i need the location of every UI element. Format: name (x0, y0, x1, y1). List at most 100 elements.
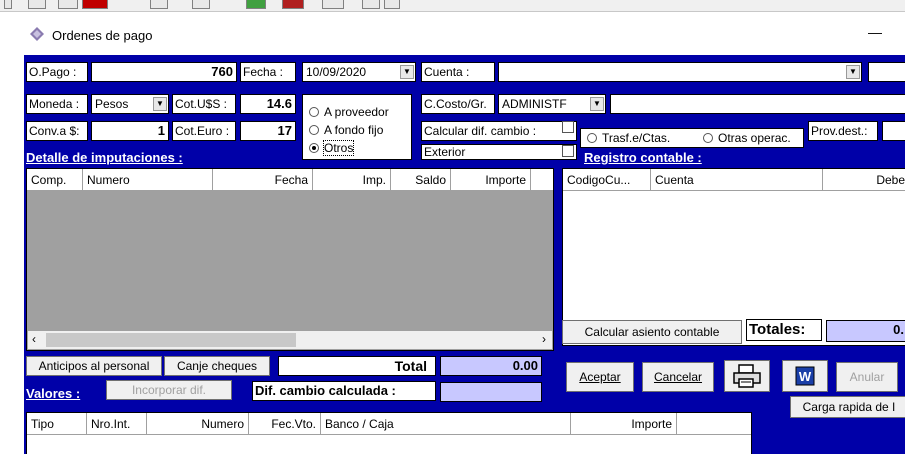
column-header[interactable]: Numero (147, 413, 249, 435)
moneda-label: Moneda : (26, 94, 88, 114)
radio-label: A proveedor (324, 105, 389, 119)
chevron-down-icon[interactable]: ▼ (846, 65, 860, 79)
toolbar-icon[interactable] (246, 0, 266, 9)
scroll-left-icon[interactable]: ‹ (32, 332, 36, 346)
exterior-label: Exterior (421, 144, 577, 160)
chevron-down-icon[interactable]: ▼ (590, 97, 604, 111)
chevron-down-icon[interactable]: ▼ (400, 65, 414, 79)
opago-input[interactable]: 760 (91, 62, 237, 82)
diamond-app-icon (30, 27, 44, 41)
anular-button[interactable]: Anular (836, 362, 898, 392)
fecha-label: Fecha : (240, 62, 296, 82)
calcular-dif-label: Calcular dif. cambio : (421, 121, 577, 141)
radio-selected-icon (309, 143, 319, 153)
calcular-dif-checkbox[interactable] (562, 121, 574, 133)
print-button[interactable] (724, 360, 770, 392)
svg-text:W: W (799, 369, 812, 384)
column-header[interactable]: Saldo (391, 169, 451, 191)
radio-trasf[interactable]: Trasf.e/Ctas. (587, 129, 670, 147)
tipo-pago-radio-group: A proveedor A fondo fijo Otros (302, 94, 412, 160)
cotus-label: Cot.U$S : (172, 94, 236, 114)
radio-circle-icon (587, 133, 597, 143)
column-header[interactable]: Banco / Caja (321, 413, 571, 435)
column-header[interactable]: CodigoCu... (563, 169, 651, 191)
printer-icon (733, 364, 761, 388)
radio-label: A fondo fijo (324, 123, 384, 137)
coteuro-input[interactable]: 17 (240, 121, 296, 141)
imputaciones-grid-header: Comp. Numero Fecha Imp. Saldo Importe (27, 169, 553, 191)
column-header[interactable]: Numero (83, 169, 213, 191)
horizontal-scrollbar[interactable]: ‹ › (28, 331, 552, 349)
ccosto-description-input[interactable] (610, 94, 905, 114)
toolbar-icon[interactable] (322, 0, 344, 9)
toolbar-icon[interactable] (4, 0, 12, 9)
column-header[interactable]: Tipo (27, 413, 87, 435)
moneda-dropdown[interactable]: Pesos ▼ (91, 94, 169, 114)
moneda-value: Pesos (95, 97, 129, 111)
column-header[interactable]: Imp. (313, 169, 391, 191)
column-header[interactable]: Comp. (27, 169, 83, 191)
window-title: Ordenes de pago (52, 28, 153, 43)
aceptar-button[interactable]: Aceptar (566, 362, 634, 392)
radio-circle-icon (309, 107, 319, 117)
registro-grid-header: CodigoCu... Cuenta Debe (563, 169, 905, 191)
cuenta-dropdown[interactable]: ▼ (498, 62, 862, 82)
total-value: 0.00 (440, 356, 542, 376)
cuenta-label: Cuenta : (421, 62, 495, 82)
column-header[interactable]: Debe (823, 169, 905, 191)
chevron-down-icon[interactable]: ▼ (153, 97, 167, 111)
anticipos-button[interactable]: Anticipos al personal (26, 356, 162, 376)
toolbar-icon[interactable] (58, 0, 78, 9)
imputaciones-grid[interactable]: Comp. Numero Fecha Imp. Saldo Importe ‹ … (26, 168, 554, 351)
toolbar-icon[interactable] (384, 0, 400, 9)
column-header[interactable]: Fecha (213, 169, 313, 191)
radio-a-proveedor[interactable]: A proveedor (309, 105, 389, 119)
column-header[interactable]: Cuenta (651, 169, 823, 191)
trasf-radio-group: Trasf.e/Ctas. Otras operac. (580, 128, 804, 148)
column-header[interactable]: Importe (571, 413, 677, 435)
dif-cambio-value (440, 382, 542, 402)
radio-label: Otras operac. (718, 131, 791, 145)
toolbar-icon[interactable] (82, 0, 108, 9)
ccosto-dropdown[interactable]: ADMINISTF ▼ (498, 94, 606, 114)
valores-grid[interactable]: Tipo Nro.Int. Numero Fec.Vto. Banco / Ca… (26, 412, 752, 454)
toolbar-icon[interactable] (192, 0, 210, 9)
totales-label: Totales: (746, 319, 822, 341)
word-export-button[interactable]: W (782, 360, 828, 392)
totales-value: 0. (826, 320, 905, 342)
column-header[interactable]: Fec.Vto. (249, 413, 321, 435)
conv-input[interactable]: 1 (91, 121, 169, 141)
calcular-asiento-button[interactable]: Calcular asiento contable (562, 320, 742, 344)
calcular-dif-text: Calcular dif. cambio : (424, 124, 537, 138)
cotus-input[interactable]: 14.6 (240, 94, 296, 114)
radio-otros[interactable]: Otros (309, 140, 355, 156)
toolbar-icon[interactable] (150, 0, 168, 9)
cuenta-extra-input[interactable] (868, 62, 905, 82)
provdest-label: Prov.dest.: (808, 121, 878, 141)
incorporar-dif-button[interactable]: Incorporar dif. (106, 380, 232, 400)
provdest-input[interactable] (882, 121, 905, 141)
minimize-button[interactable]: — (868, 24, 882, 40)
fecha-dropdown[interactable]: 10/09/2020 ▼ (302, 62, 416, 82)
radio-otras-operac[interactable]: Otras operac. (703, 129, 791, 147)
word-icon: W (795, 366, 815, 386)
registro-contable-heading: Registro contable : (584, 150, 702, 165)
cancelar-button[interactable]: Cancelar (642, 362, 714, 392)
radio-label: Otros (322, 140, 355, 156)
radio-circle-icon (703, 133, 713, 143)
radio-circle-icon (309, 125, 319, 135)
toolbar-icon[interactable] (28, 0, 46, 9)
column-header[interactable]: Importe (451, 169, 531, 191)
toolbar-icon[interactable] (362, 0, 380, 9)
canje-cheques-button[interactable]: Canje cheques (164, 356, 270, 376)
radio-a-fondo-fijo[interactable]: A fondo fijo (309, 123, 383, 137)
exterior-checkbox[interactable] (562, 145, 574, 157)
carga-rapida-button[interactable]: Carga rapida de I (790, 396, 905, 418)
scroll-right-icon[interactable]: › (542, 332, 546, 346)
toolbar-icon[interactable] (282, 0, 304, 9)
column-header[interactable]: Nro.Int. (87, 413, 147, 435)
scroll-thumb[interactable] (46, 333, 296, 347)
radio-label: Trasf.e/Ctas. (602, 131, 671, 145)
total-label: Total (278, 356, 436, 376)
coteuro-label: Cot.Euro : (172, 121, 236, 141)
